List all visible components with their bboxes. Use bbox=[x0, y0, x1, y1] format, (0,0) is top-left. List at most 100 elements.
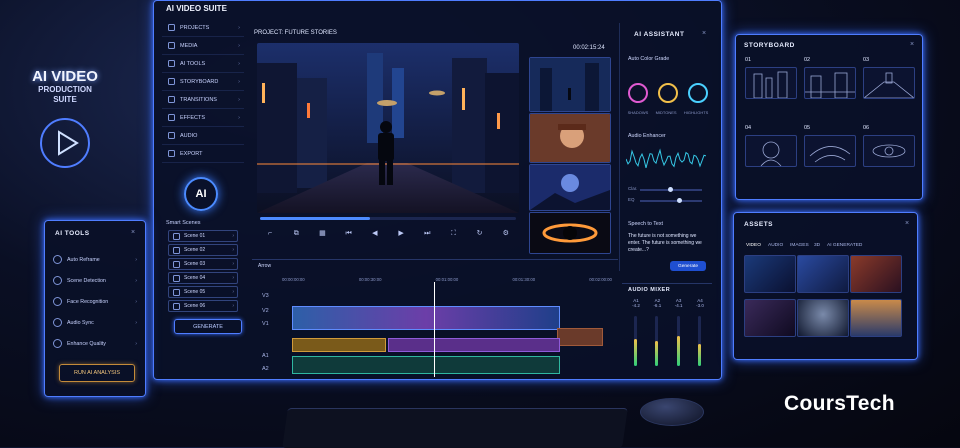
ruler-tick: 00:00:30:00 bbox=[358, 277, 382, 282]
scene-item[interactable]: Scene 01 › bbox=[168, 230, 238, 242]
audio-waveform bbox=[626, 148, 706, 169]
chevron-right-icon: › bbox=[232, 247, 234, 253]
tool-label: Enhance Quality bbox=[67, 340, 106, 347]
channel-db: -4.1 bbox=[674, 303, 683, 308]
close-icon[interactable]: × bbox=[702, 30, 706, 37]
ruler-tick: 00:01:00:00 bbox=[435, 277, 459, 282]
playback-scrubber[interactable] bbox=[260, 217, 516, 220]
playhead[interactable] bbox=[434, 282, 435, 377]
tab-ai-generated[interactable]: AI GENERATED bbox=[827, 243, 862, 248]
tool-enhance-quality[interactable]: Enhance Quality › bbox=[53, 335, 137, 352]
scene-item[interactable]: Scene 06 › bbox=[168, 300, 238, 312]
channel-fader[interactable] bbox=[676, 316, 680, 366]
skip-back-icon[interactable]: ⏮ bbox=[345, 230, 352, 237]
storyboard-frame[interactable] bbox=[863, 67, 915, 99]
clarity-slider[interactable] bbox=[640, 187, 702, 192]
tab-video[interactable]: VIDEO bbox=[746, 243, 761, 248]
tab-audio[interactable]: AUDIO bbox=[768, 243, 783, 248]
grid-icon[interactable]: ▦ bbox=[319, 230, 326, 237]
skip-forward-icon[interactable]: ⏭ bbox=[424, 230, 431, 237]
asset-thumbnail[interactable] bbox=[797, 299, 849, 337]
storyboard-frame[interactable] bbox=[804, 67, 856, 99]
sidebar-item-export[interactable]: EXPORT bbox=[162, 145, 244, 163]
timeline-tab[interactable]: Arrow bbox=[258, 263, 271, 269]
channel-db: -3.0 bbox=[696, 303, 704, 308]
close-icon[interactable]: × bbox=[905, 220, 909, 227]
audio-clip[interactable] bbox=[388, 338, 560, 352]
storyboard-frame[interactable] bbox=[745, 135, 797, 167]
channel-fader[interactable] bbox=[697, 316, 701, 366]
smart-scenes-label: Smart Scenes bbox=[166, 220, 201, 226]
track-label: V2 bbox=[262, 308, 269, 314]
clip-thumbnail[interactable] bbox=[529, 113, 611, 163]
clip-thumbnail[interactable] bbox=[529, 164, 611, 211]
sidebar-item-storyboard[interactable]: STORYBOARD › bbox=[162, 73, 244, 91]
channel-fader[interactable] bbox=[655, 316, 659, 366]
tool-auto-reframe[interactable]: Auto Reframe › bbox=[53, 251, 137, 268]
loop-icon[interactable]: ↻ bbox=[476, 230, 483, 237]
storyboard-frame[interactable] bbox=[745, 67, 797, 99]
chevron-right-icon: › bbox=[135, 298, 137, 305]
slider-handle[interactable] bbox=[677, 198, 683, 203]
scene-item[interactable]: Scene 02 › bbox=[168, 244, 238, 256]
generate-scenes-button[interactable]: GENERATE bbox=[174, 319, 242, 334]
fullscreen-icon[interactable]: ⛶ bbox=[450, 230, 457, 237]
crop-icon[interactable]: ⌐ bbox=[267, 230, 274, 237]
scrubber-progress bbox=[260, 217, 371, 220]
audio-clip[interactable] bbox=[292, 338, 386, 352]
close-icon[interactable]: × bbox=[910, 41, 914, 48]
tab-3d[interactable]: 3D bbox=[814, 243, 820, 248]
tool-audio-sync[interactable]: Audio Sync › bbox=[53, 314, 137, 331]
slider-handle[interactable] bbox=[667, 187, 673, 192]
close-icon[interactable]: × bbox=[131, 229, 135, 236]
ai-badge[interactable]: AI bbox=[184, 177, 218, 211]
sidebar-item-audio[interactable]: AUDIO bbox=[162, 127, 244, 145]
chevron-right-icon: › bbox=[135, 256, 137, 263]
chevron-right-icon: › bbox=[232, 303, 234, 309]
sidebar-item-projects[interactable]: PROJECTS › bbox=[162, 19, 244, 37]
asset-thumbnail[interactable] bbox=[850, 299, 902, 337]
rewind-icon[interactable]: ◀ bbox=[371, 230, 378, 237]
sidebar-item-label: EXPORT bbox=[180, 150, 203, 157]
tool-face-recognition[interactable]: Face Recognition › bbox=[53, 293, 137, 310]
scene-label: Scene 03 bbox=[184, 261, 206, 267]
storyboard-frame[interactable] bbox=[804, 135, 856, 167]
asset-thumbnail[interactable] bbox=[797, 255, 849, 293]
wheel-label-shadows: SHADOWS bbox=[627, 110, 649, 115]
channel-fader[interactable] bbox=[634, 316, 637, 366]
scene-item[interactable]: Scene 04 › bbox=[168, 272, 238, 284]
clip-thumbnail[interactable] bbox=[529, 57, 611, 112]
video-clip[interactable] bbox=[557, 328, 603, 346]
scene-label: Scene 05 bbox=[184, 289, 206, 295]
scene-item[interactable]: Scene 03 › bbox=[168, 258, 238, 270]
asset-thumbnail[interactable] bbox=[744, 299, 796, 337]
run-ai-analysis-button[interactable]: RUN AI ANALYSIS bbox=[59, 364, 135, 382]
storyboard-cell-number: 05 bbox=[804, 125, 811, 131]
scene-item[interactable]: Scene 05 › bbox=[168, 286, 238, 298]
color-wheels[interactable] bbox=[626, 81, 710, 105]
chevron-right-icon: › bbox=[232, 289, 234, 295]
sidebar-item-ai-tools[interactable]: AI TOOLS › bbox=[162, 55, 244, 73]
asset-thumbnail[interactable] bbox=[850, 255, 902, 293]
storyboard-frame[interactable] bbox=[863, 135, 915, 167]
slider-label: Clar. bbox=[628, 186, 638, 191]
ruler-tick: 00:01:30:00 bbox=[512, 277, 536, 282]
storyboard-cell-number: 03 bbox=[863, 57, 870, 63]
sidebar-item-media[interactable]: MEDIA › bbox=[162, 37, 244, 55]
asset-thumbnail[interactable] bbox=[744, 255, 796, 293]
split-icon[interactable]: ⧉ bbox=[293, 230, 300, 237]
tab-images[interactable]: IMAGES bbox=[790, 243, 809, 248]
storyboard-panel: STORYBOARD × 01 02 03 04 05 06 bbox=[735, 34, 923, 200]
video-clip-track[interactable] bbox=[292, 306, 560, 330]
settings-icon[interactable]: ⚙ bbox=[502, 230, 509, 237]
generate-transcript-button[interactable]: Generate bbox=[670, 261, 706, 271]
video-preview[interactable] bbox=[257, 43, 519, 213]
play-icon[interactable]: ▶ bbox=[398, 230, 405, 237]
sidebar-item-effects[interactable]: EFFECTS › bbox=[162, 109, 244, 127]
playback-controls: ⌐ ⧉ ▦ ⏮ ◀ ▶ ⏭ ⛶ ↻ ⚙ bbox=[257, 227, 519, 239]
tool-scene-detection[interactable]: Scene Detection › bbox=[53, 272, 137, 289]
clip-thumbnail[interactable] bbox=[529, 212, 611, 254]
eq-slider[interactable] bbox=[640, 198, 702, 203]
sidebar-item-transitions[interactable]: TRANSITIONS › bbox=[162, 91, 244, 109]
audio-clip-a2[interactable] bbox=[292, 356, 560, 374]
